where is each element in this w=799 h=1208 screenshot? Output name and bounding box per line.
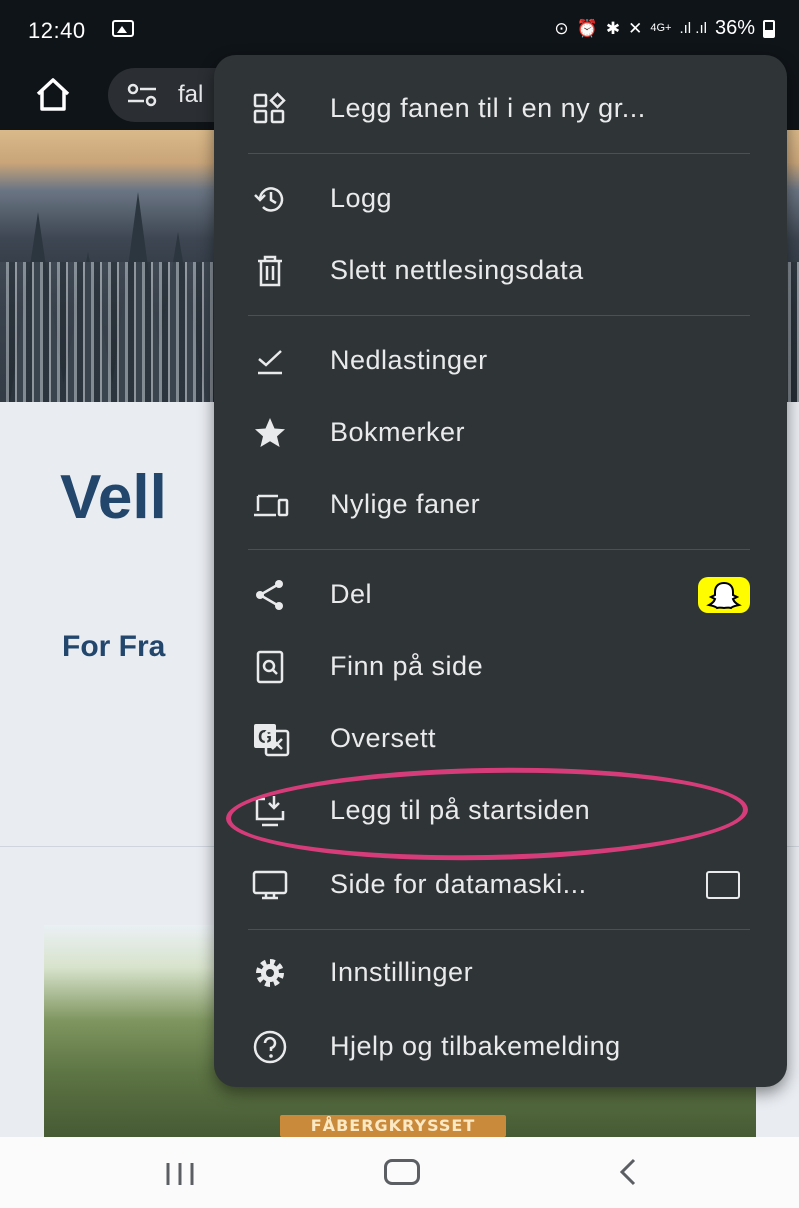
history-icon	[254, 187, 284, 212]
battery-percent: 36%	[714, 17, 755, 39]
menu-item-add-tab-to-group[interactable]: Legg fanen til i en ny gr...	[214, 73, 787, 145]
back-icon[interactable]	[614, 1157, 642, 1187]
help-icon	[253, 1030, 287, 1064]
trash-icon	[258, 255, 282, 287]
menu-item-history[interactable]: Logg	[214, 163, 787, 235]
battery-icon	[763, 19, 775, 38]
image-notification-icon	[112, 20, 134, 37]
network-type: 4G+	[650, 22, 672, 34]
status-icons: ⊙ ⏰ ✱ ✕ 4G+ .ıl .ıl 36%	[554, 17, 775, 40]
menu-item-find-in-page[interactable]: Finn på side	[214, 631, 787, 703]
find-in-page-icon	[256, 650, 284, 684]
download-check-icon	[258, 350, 282, 375]
snapchat-icon[interactable]	[698, 577, 750, 613]
menu-item-bookmarks[interactable]: Bokmerker	[214, 397, 787, 469]
devices-icon	[254, 494, 289, 517]
desktop-icon	[252, 870, 288, 900]
tab-group-icon	[253, 92, 286, 124]
page-subtitle: For Fra	[62, 630, 166, 663]
menu-item-label: Nylige faner	[330, 489, 481, 519]
home-icon	[36, 78, 70, 111]
menu-divider	[248, 929, 750, 930]
menu-item-label: Slett nettlesingsdata	[330, 255, 584, 285]
menu-item-label: Innstillinger	[330, 957, 474, 987]
system-nav-bar	[0, 1137, 799, 1208]
lock-notification-icon: ⊙	[554, 18, 569, 38]
signal-icon: .ıl .ıl	[679, 20, 707, 37]
menu-item-translate[interactable]: G Oversett	[214, 703, 787, 775]
site-settings-icon[interactable]	[124, 81, 160, 109]
desktop-site-checkbox[interactable]	[706, 871, 740, 899]
status-bar: 12:40 ⊙ ⏰ ✱ ✕ 4G+ .ıl .ıl 36%	[0, 0, 799, 62]
translate-icon: G	[254, 724, 290, 757]
page-title: Vell	[60, 463, 167, 532]
menu-divider	[248, 549, 750, 550]
status-time: 12:40	[28, 18, 86, 43]
home-button[interactable]	[30, 72, 76, 118]
menu-item-clear-browsing-data[interactable]: Slett nettlesingsdata	[214, 235, 787, 307]
menu-item-label: Finn på side	[330, 651, 484, 681]
menu-item-label: Del	[330, 579, 373, 609]
url-text[interactable]: fal	[178, 81, 203, 109]
menu-item-settings[interactable]: Innstillinger	[214, 937, 787, 1009]
recent-apps-icon[interactable]	[162, 1161, 198, 1187]
menu-item-help-feedback[interactable]: Hjelp og tilbakemelding	[214, 1011, 787, 1083]
overflow-menu: Legg fanen til i en ny gr... Logg Slett …	[214, 55, 787, 1087]
menu-item-label: Side for datamaski...	[330, 869, 587, 899]
menu-divider	[248, 153, 750, 154]
menu-divider	[248, 315, 750, 316]
menu-item-label: Nedlastinger	[330, 345, 488, 375]
photo-sign: FÅBERGKRYSSET	[280, 1115, 506, 1137]
menu-item-recent-tabs[interactable]: Nylige faner	[214, 469, 787, 541]
share-icon	[256, 580, 283, 610]
menu-item-label: Logg	[330, 183, 393, 213]
nav-home-button[interactable]	[384, 1159, 420, 1185]
menu-item-label: Bokmerker	[330, 417, 466, 447]
bluetooth-icon: ✱	[605, 18, 621, 38]
menu-item-label: Legg fanen til i en ny gr...	[330, 93, 646, 123]
menu-item-label: Oversett	[330, 723, 437, 753]
mute-icon: ✕	[628, 18, 643, 38]
star-icon	[255, 418, 285, 447]
gear-icon	[256, 959, 284, 987]
menu-item-label: Hjelp og tilbakemelding	[330, 1031, 621, 1061]
alarm-icon: ⏰	[576, 18, 598, 38]
menu-item-downloads[interactable]: Nedlastinger	[214, 325, 787, 397]
menu-item-desktop-site[interactable]: Side for datamaski...	[214, 849, 787, 921]
ghost-icon	[706, 581, 742, 610]
